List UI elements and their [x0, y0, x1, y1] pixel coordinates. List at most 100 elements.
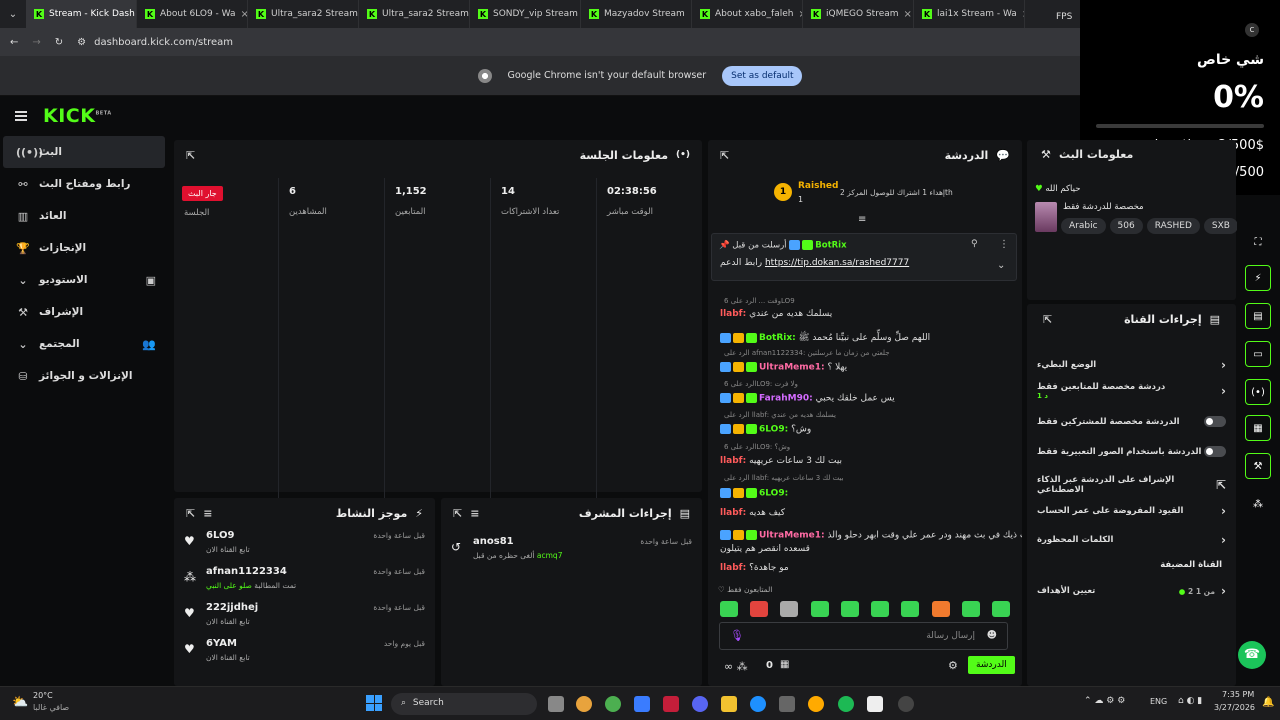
top-gifter-name[interactable]: Raished	[798, 181, 838, 191]
settings-icon[interactable]: ⚙	[948, 659, 958, 672]
channel-action-row[interactable]: الوضع البطيء ›	[1037, 358, 1226, 372]
stream-category[interactable]: مخصصة للدردشة فقط	[1063, 202, 1144, 212]
browser-tab[interactable]: KUltra_sara2 Stream×	[248, 0, 359, 28]
sidebar-item[interactable]: 🏆 الإنجازات	[0, 232, 168, 264]
chat-input[interactable]: 🎙 إرسال رسالة ☻	[719, 622, 1008, 650]
emote-icon[interactable]	[780, 601, 799, 617]
sidebar-item[interactable]: ▥ العائد	[0, 200, 168, 232]
activity-user[interactable]: 6YAM	[206, 638, 237, 649]
browser-tab[interactable]: KMazyadov Stream×	[581, 0, 692, 28]
discord-icon[interactable]	[692, 696, 708, 712]
obs-icon[interactable]	[867, 696, 883, 712]
edge-icon[interactable]	[750, 696, 766, 712]
tray-icons[interactable]: ⌃ ☁ ⚙ ⚙	[1084, 696, 1125, 706]
network-volume-icons[interactable]: ⌂ ◐ ▮	[1178, 696, 1202, 706]
chevron-down-icon[interactable]: ⌄	[997, 260, 1005, 271]
channel-action-row[interactable]: دردشة مخصصة للمتابعين فقط 1 د ›	[1037, 382, 1226, 400]
category-thumbnail[interactable]	[1035, 202, 1057, 232]
emote-icon[interactable]	[720, 601, 738, 617]
popout-icon[interactable]: ⇱	[453, 507, 462, 520]
set-default-button[interactable]: Set as default	[722, 65, 803, 86]
tag-chip[interactable]: RASHED	[1146, 218, 1200, 234]
taskbar-search[interactable]: ⌕ Search	[391, 693, 537, 715]
expand-icon[interactable]: ⛶	[1245, 229, 1271, 255]
chrome-profile-icon[interactable]	[605, 696, 621, 712]
mod-action-user[interactable]: anos81	[473, 536, 514, 547]
channel-action-row[interactable]: الدردشة باستخدام الصور التعبيرية فقط	[1037, 446, 1226, 457]
external-link-icon[interactable]: ⇱	[1216, 478, 1226, 492]
browser-tab[interactable]: KAbout xabo_faleh×	[692, 0, 803, 28]
broadcast-icon[interactable]: (•)	[1245, 379, 1271, 405]
browser-tab[interactable]: KiQMEGO Stream ×	[803, 0, 914, 28]
back-icon[interactable]: ←	[10, 37, 18, 48]
add-icon[interactable]: 👥	[142, 338, 156, 351]
popout-icon[interactable]: ⇱	[1043, 313, 1052, 326]
channel-action-row[interactable]: الدردشة مخصصة للمشتركين فقط	[1037, 416, 1226, 427]
chevron-right-icon[interactable]: ›	[1221, 533, 1226, 547]
toggle-switch[interactable]	[1204, 416, 1226, 427]
channel-action-row[interactable]: الكلمات المحظورة ›	[1037, 533, 1226, 547]
clock-time[interactable]: 7:35 PM	[1222, 690, 1254, 699]
emoji-icon[interactable]: ☻	[987, 630, 997, 641]
unpin-icon[interactable]: ⚲	[971, 239, 978, 249]
set-goals-row[interactable]: تعيين الأهداف ● 2 من 1 ›	[1037, 584, 1226, 598]
chevron-right-icon[interactable]: ›	[1221, 358, 1226, 372]
explorer-icon[interactable]	[721, 696, 737, 712]
popout-icon[interactable]: ⇱	[186, 507, 195, 520]
chat-username[interactable]: FarahM90:	[759, 394, 813, 404]
close-icon[interactable]: ×	[1022, 9, 1024, 20]
app2-icon[interactable]	[898, 696, 914, 712]
clipboard-icon[interactable]: ▦	[1245, 415, 1271, 441]
sidebar-item[interactable]: ⌄ الاستوديو ▣	[0, 264, 168, 296]
channel-action-row[interactable]: الإشراف على الدردشة عبر الذكاء الاصطناعي…	[1037, 475, 1226, 495]
popout-icon[interactable]: ⇱	[720, 149, 729, 162]
browser-tab[interactable]: K About 6LO9 - Wa ×	[137, 0, 248, 28]
acrobat-icon[interactable]	[663, 696, 679, 712]
lang-indicator[interactable]: ENG	[1150, 697, 1167, 706]
browser-tab[interactable]: Klai1x Stream - Wa ×	[914, 0, 1025, 28]
chat-stats-icon[interactable]: ▦	[780, 659, 789, 670]
add-icon[interactable]: ▣	[146, 274, 156, 287]
copilot-icon[interactable]	[634, 696, 650, 712]
tag-chip[interactable]: SXB	[1203, 218, 1238, 234]
chrome-taskbar-icon[interactable]	[576, 696, 592, 712]
browser-tab[interactable]: KStream - Kick Dash×	[26, 0, 137, 28]
support-icon[interactable]: ☎	[1238, 641, 1266, 669]
emote-icon[interactable]	[961, 601, 980, 617]
tab-search-icon[interactable]: ⌄	[0, 9, 26, 20]
store-icon[interactable]	[779, 696, 795, 712]
tag-chip[interactable]: 506	[1109, 218, 1143, 234]
spotify-icon[interactable]	[838, 696, 854, 712]
url-field[interactable]: dashboard.kick.com/stream	[94, 37, 233, 48]
toggle-switch[interactable]	[1204, 446, 1226, 457]
chat-username[interactable]: 6LO9:	[759, 489, 788, 499]
clock-date[interactable]: 3/27/2026	[1214, 703, 1255, 712]
chevron-right-icon[interactable]: ›	[1221, 384, 1226, 398]
start-icon[interactable]	[366, 695, 382, 711]
chat-username[interactable]: llabf:	[720, 508, 746, 518]
community-icon[interactable]: ⁂	[1245, 491, 1271, 517]
sidebar-item[interactable]: ⚒ الإشراف	[0, 296, 168, 328]
menu-icon[interactable]	[15, 111, 27, 121]
flash-icon[interactable]: ⚡	[1245, 265, 1271, 291]
tag-chip[interactable]: Arabic	[1061, 218, 1106, 234]
kick-logo[interactable]: KICKBETA	[43, 105, 112, 127]
emote-icon[interactable]	[871, 601, 890, 617]
filter-icon[interactable]: ≡	[470, 507, 479, 520]
emote-icon[interactable]	[810, 601, 829, 617]
popout-icon[interactable]: ⇱	[186, 149, 195, 162]
chat-icon[interactable]: ▭	[1245, 341, 1271, 367]
chat-username[interactable]: UltraMeme1:	[759, 531, 825, 541]
chevron-right-icon[interactable]: ›	[1221, 504, 1226, 518]
sidebar-item[interactable]: ⚯ رابط ومفتاح البث	[0, 168, 168, 200]
channel-action-row[interactable]: القيود المفروضة على عمر الحساب ›	[1037, 504, 1226, 518]
sidebar-item[interactable]: ((•)) البث	[3, 136, 165, 168]
chat-users-icon[interactable]: ∞ ⁂	[724, 660, 748, 673]
activity-user[interactable]: 222jjdhej	[206, 602, 258, 613]
chat-username[interactable]: 6LO9:	[759, 425, 788, 435]
hammer-icon[interactable]: ⚒	[1245, 453, 1271, 479]
chat-username[interactable]: llabf:	[720, 309, 746, 319]
emote-icon[interactable]	[750, 601, 769, 617]
chat-username[interactable]: llabf:	[720, 563, 746, 573]
reload-icon[interactable]: ↻	[55, 37, 63, 48]
